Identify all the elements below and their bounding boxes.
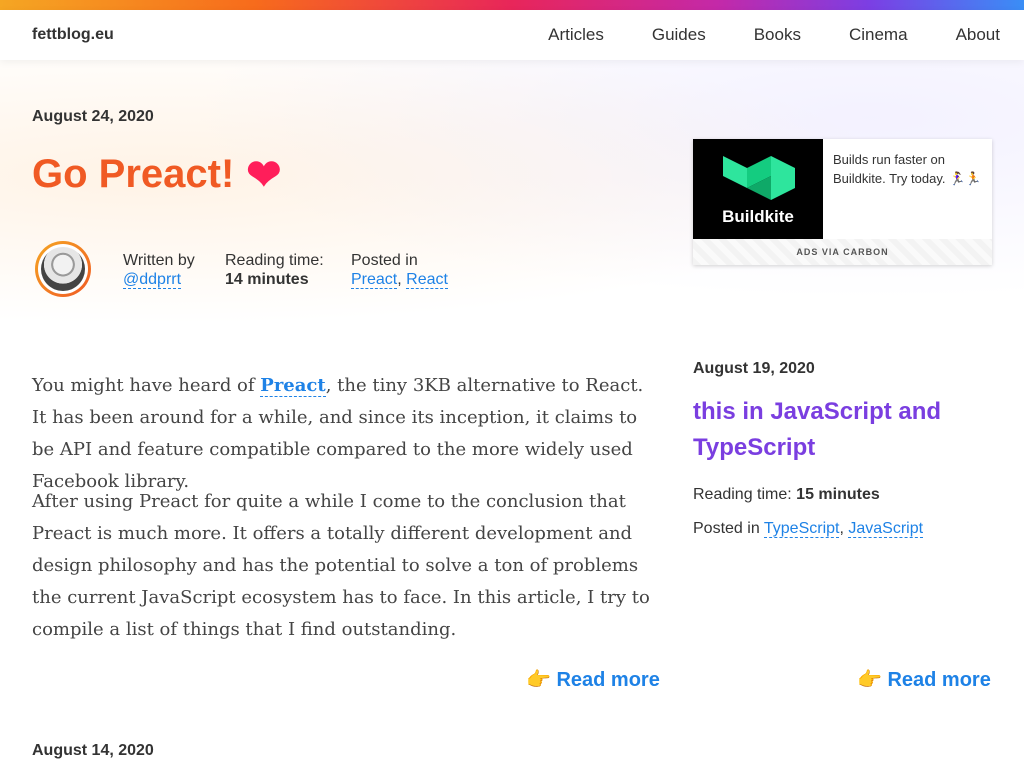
site-header: fettblog.eu Articles Guides Books Cinema… (0, 10, 1024, 60)
reading-time-meta: Reading time: 14 minutes (225, 251, 324, 289)
next-post-date: August 14, 2020 (32, 742, 154, 759)
heart-icon: ❤ (246, 151, 282, 198)
site-brand-link[interactable]: fettblog.eu (32, 26, 114, 44)
side-post-date: August 19, 2020 (693, 360, 815, 377)
rainbow-top-bar (0, 0, 1024, 10)
featured-read-more-link[interactable]: 👉 Read more (526, 667, 660, 692)
category-link-preact[interactable]: Preact (351, 271, 398, 289)
featured-excerpt-paragraph-1: You might have heard of Preact, the tiny… (32, 375, 644, 492)
preact-link[interactable]: Preact (260, 375, 326, 397)
nav-item-about[interactable]: About (956, 25, 1000, 45)
buildkite-ad-image[interactable]: Buildkite (693, 139, 823, 239)
nav-item-cinema[interactable]: Cinema (849, 25, 908, 45)
nav-item-books[interactable]: Books (754, 25, 801, 45)
main-nav: Articles Guides Books Cinema About (500, 25, 1000, 45)
author-meta: Written by @ddprrt (123, 251, 195, 289)
author-avatar[interactable] (35, 241, 91, 297)
author-link[interactable]: @ddprrt (123, 271, 182, 289)
posted-in-meta: Posted in Preact, React (351, 252, 448, 289)
pointing-hand-icon: 👉 (857, 669, 882, 691)
featured-excerpt-paragraph-2: After using Preact for quite a while I c… (32, 491, 650, 640)
pointing-hand-icon: 👉 (526, 669, 551, 691)
reading-time-value: 14 minutes (225, 271, 309, 288)
posted-in-label: Posted in (351, 252, 418, 269)
featured-post-title[interactable]: Go Preact! ❤ (32, 150, 282, 199)
side-read-more-link[interactable]: 👉 Read more (857, 667, 991, 692)
ads-via-carbon-link[interactable]: ADS VIA CARBON (693, 239, 992, 265)
featured-post-date: August 24, 2020 (32, 108, 154, 125)
carbon-ad[interactable]: Buildkite Builds run faster on Buildkite… (693, 139, 992, 265)
side-post-title[interactable]: this in JavaScript and TypeScript (693, 394, 993, 466)
reading-time-label: Reading time: (225, 252, 324, 269)
nav-item-guides[interactable]: Guides (652, 25, 706, 45)
side-reading-time: Reading time: 15 minutes (693, 486, 880, 503)
category-link-typescript[interactable]: TypeScript (763, 520, 840, 538)
nav-item-articles[interactable]: Articles (548, 25, 604, 45)
ad-text[interactable]: Builds run faster on Buildkite. Try toda… (833, 150, 983, 188)
buildkite-logo-text: Buildkite (722, 207, 794, 226)
category-link-javascript[interactable]: JavaScript (848, 520, 924, 538)
category-link-react[interactable]: React (406, 271, 448, 289)
author-label: Written by (123, 252, 195, 269)
featured-post-title-text[interactable]: Go Preact! (32, 152, 234, 197)
side-posted-in: Posted in TypeScript, JavaScript (693, 520, 924, 538)
